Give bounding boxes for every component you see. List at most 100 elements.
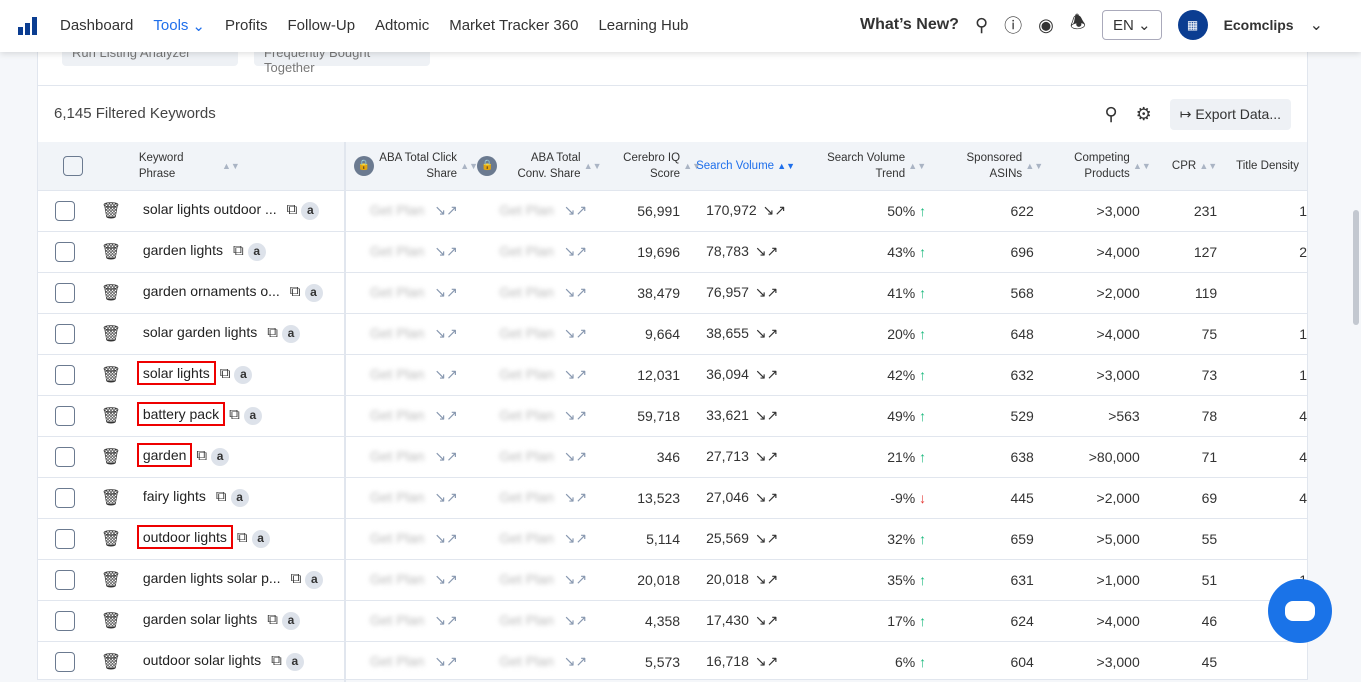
trend-chart-icon[interactable]: ↘↗ bbox=[564, 448, 587, 464]
account-name[interactable]: Ecomclips bbox=[1224, 17, 1294, 33]
trend-chart-icon[interactable]: ↘↗ bbox=[564, 407, 587, 423]
amazon-icon[interactable]: a bbox=[211, 448, 230, 466]
export-data-button[interactable]: ↦ Export Data... bbox=[1169, 99, 1291, 130]
trend-chart-icon[interactable]: ↘↗ bbox=[755, 366, 778, 382]
aba-conv-share-locked[interactable]: Get Plan bbox=[499, 489, 553, 505]
aba-click-share-locked[interactable]: Get Plan bbox=[370, 366, 424, 382]
row-checkbox[interactable] bbox=[38, 517, 92, 559]
row-checkbox[interactable] bbox=[38, 435, 92, 477]
row-checkbox[interactable] bbox=[38, 599, 92, 641]
aba-conv-share-locked[interactable]: Get Plan bbox=[499, 243, 553, 259]
trend-chart-icon[interactable]: ↘↗ bbox=[755, 243, 778, 259]
column-header[interactable]: Sponsored ASINs ▲▼ bbox=[934, 142, 1043, 190]
keyword-phrase[interactable]: fairy lights bbox=[139, 486, 210, 506]
external-link-icon[interactable]: ⧉ bbox=[220, 365, 231, 382]
aba-conv-share-locked[interactable]: Get Plan bbox=[499, 366, 553, 382]
chevron-down-icon[interactable]: ⌄ bbox=[1310, 15, 1323, 35]
aba-click-share-locked[interactable]: Get Plan bbox=[370, 325, 424, 341]
trend-chart-icon[interactable]: ↘↗ bbox=[755, 571, 778, 587]
amazon-icon[interactable]: a bbox=[304, 284, 323, 302]
trend-chart-icon[interactable]: ↘↗ bbox=[755, 407, 778, 423]
nav-item[interactable]: Profits bbox=[225, 17, 268, 35]
trend-chart-icon[interactable]: ↘↗ bbox=[763, 202, 786, 218]
trash-icon[interactable]: 🗑 bbox=[91, 435, 131, 477]
column-header[interactable]: 🔒 ABA Total Click Share ▲▼ bbox=[343, 142, 478, 190]
keyword-phrase[interactable]: garden bbox=[136, 443, 193, 467]
amazon-icon[interactable]: a bbox=[243, 407, 262, 425]
amazon-icon[interactable]: a bbox=[281, 325, 300, 343]
amazon-icon[interactable]: a bbox=[301, 202, 320, 220]
external-link-icon[interactable]: ⧉ bbox=[287, 201, 298, 218]
keyword-phrase[interactable]: outdoor lights bbox=[136, 525, 233, 549]
trend-chart-icon[interactable]: ↘↗ bbox=[564, 325, 587, 341]
trash-icon[interactable]: 🗑 bbox=[91, 353, 131, 395]
aba-click-share-locked[interactable]: Get Plan bbox=[370, 489, 424, 505]
language-select[interactable]: EN ⌄ bbox=[1101, 10, 1162, 40]
trend-chart-icon[interactable]: ↘↗ bbox=[564, 653, 587, 669]
aba-click-share-locked[interactable]: Get Plan bbox=[370, 407, 424, 423]
keyword-phrase[interactable]: solar lights bbox=[136, 361, 216, 385]
trend-chart-icon[interactable]: ↘↗ bbox=[564, 571, 587, 587]
trash-icon[interactable]: 🗑 bbox=[91, 558, 131, 600]
trend-chart-icon[interactable]: ↘↗ bbox=[564, 243, 587, 259]
row-checkbox[interactable] bbox=[38, 353, 92, 395]
external-link-icon[interactable]: ⧉ bbox=[233, 242, 244, 259]
logo-icon[interactable] bbox=[18, 17, 38, 35]
row-checkbox[interactable] bbox=[38, 189, 92, 231]
sort-icon[interactable]: ▲▼ bbox=[908, 161, 926, 171]
sort-icon[interactable]: ▲▼ bbox=[584, 161, 602, 171]
trash-icon[interactable]: 🗑 bbox=[91, 189, 131, 231]
aba-click-share-locked[interactable]: Get Plan bbox=[370, 571, 424, 587]
aba-conv-share-locked[interactable]: Get Plan bbox=[499, 612, 553, 628]
amazon-icon[interactable]: a bbox=[281, 612, 300, 630]
sort-icon[interactable]: ▲▼ bbox=[1025, 161, 1043, 171]
keyword-phrase[interactable]: solar lights outdoor ... bbox=[139, 199, 281, 219]
column-header[interactable]: Search Volume ▲▼ bbox=[688, 142, 795, 190]
trend-chart-icon[interactable]: ↘↗ bbox=[434, 612, 457, 628]
search-icon[interactable]: ⚲ bbox=[1104, 104, 1117, 125]
help-icon[interactable]: ⓘ bbox=[1004, 12, 1022, 38]
row-checkbox[interactable] bbox=[38, 558, 92, 600]
aba-click-share-locked[interactable]: Get Plan bbox=[370, 448, 424, 464]
trend-chart-icon[interactable]: ↘↗ bbox=[434, 530, 457, 546]
external-link-icon[interactable]: ⧉ bbox=[267, 611, 278, 628]
trend-chart-icon[interactable]: ↘↗ bbox=[755, 448, 778, 464]
trend-chart-icon[interactable]: ↘↗ bbox=[434, 202, 457, 218]
amazon-icon[interactable]: a bbox=[234, 366, 253, 384]
gear-icon[interactable]: ⚙ bbox=[1136, 104, 1152, 125]
nav-item[interactable]: Learning Hub bbox=[598, 17, 688, 35]
external-link-icon[interactable]: ⧉ bbox=[237, 529, 248, 546]
select-all[interactable] bbox=[38, 142, 92, 190]
keyword-phrase[interactable]: solar garden lights bbox=[139, 322, 261, 342]
row-checkbox[interactable] bbox=[38, 271, 92, 313]
trend-chart-icon[interactable]: ↘↗ bbox=[434, 366, 457, 382]
amazon-icon[interactable]: a bbox=[247, 243, 266, 261]
external-link-icon[interactable]: ⧉ bbox=[229, 406, 240, 423]
trend-chart-icon[interactable]: ↘↗ bbox=[755, 530, 778, 546]
external-link-icon[interactable]: ⧉ bbox=[196, 447, 207, 464]
trend-chart-icon[interactable]: ↘↗ bbox=[564, 489, 587, 505]
amazon-icon[interactable]: a bbox=[251, 530, 270, 548]
column-header[interactable]: Competing Products ▲▼ bbox=[1041, 142, 1151, 190]
aba-conv-share-locked[interactable]: Get Plan bbox=[499, 407, 553, 423]
nav-item[interactable]: Follow-Up bbox=[288, 17, 356, 35]
row-checkbox[interactable] bbox=[38, 394, 92, 436]
amazon-icon[interactable]: a bbox=[230, 489, 249, 507]
keyword-phrase[interactable]: outdoor solar lights bbox=[139, 650, 265, 670]
column-header[interactable]: CPR ▲▼ bbox=[1147, 142, 1226, 190]
notification-bell-icon[interactable]: 🕭 bbox=[1070, 10, 1086, 40]
row-checkbox[interactable] bbox=[38, 476, 92, 518]
column-header[interactable]: Cerebro IQ Score ▲▼ bbox=[595, 142, 701, 190]
trend-chart-icon[interactable]: ↘↗ bbox=[434, 571, 457, 587]
keyword-phrase[interactable]: garden lights solar p... bbox=[139, 568, 285, 588]
aba-click-share-locked[interactable]: Get Plan bbox=[370, 530, 424, 546]
column-header[interactable]: Keyword Phrase ▲▼ bbox=[130, 142, 345, 190]
column-header[interactable]: Search Volume Trend ▲▼ bbox=[794, 142, 935, 190]
aba-conv-share-locked[interactable]: Get Plan bbox=[499, 571, 553, 587]
aba-click-share-locked[interactable]: Get Plan bbox=[370, 243, 424, 259]
keyword-phrase[interactable]: garden ornaments o... bbox=[139, 281, 284, 301]
nav-item[interactable]: Tools bbox=[153, 17, 188, 35]
external-link-icon[interactable]: ⧉ bbox=[291, 570, 302, 587]
amazon-icon[interactable]: a bbox=[285, 653, 304, 672]
sort-icon[interactable]: ▲▼ bbox=[1133, 161, 1151, 171]
